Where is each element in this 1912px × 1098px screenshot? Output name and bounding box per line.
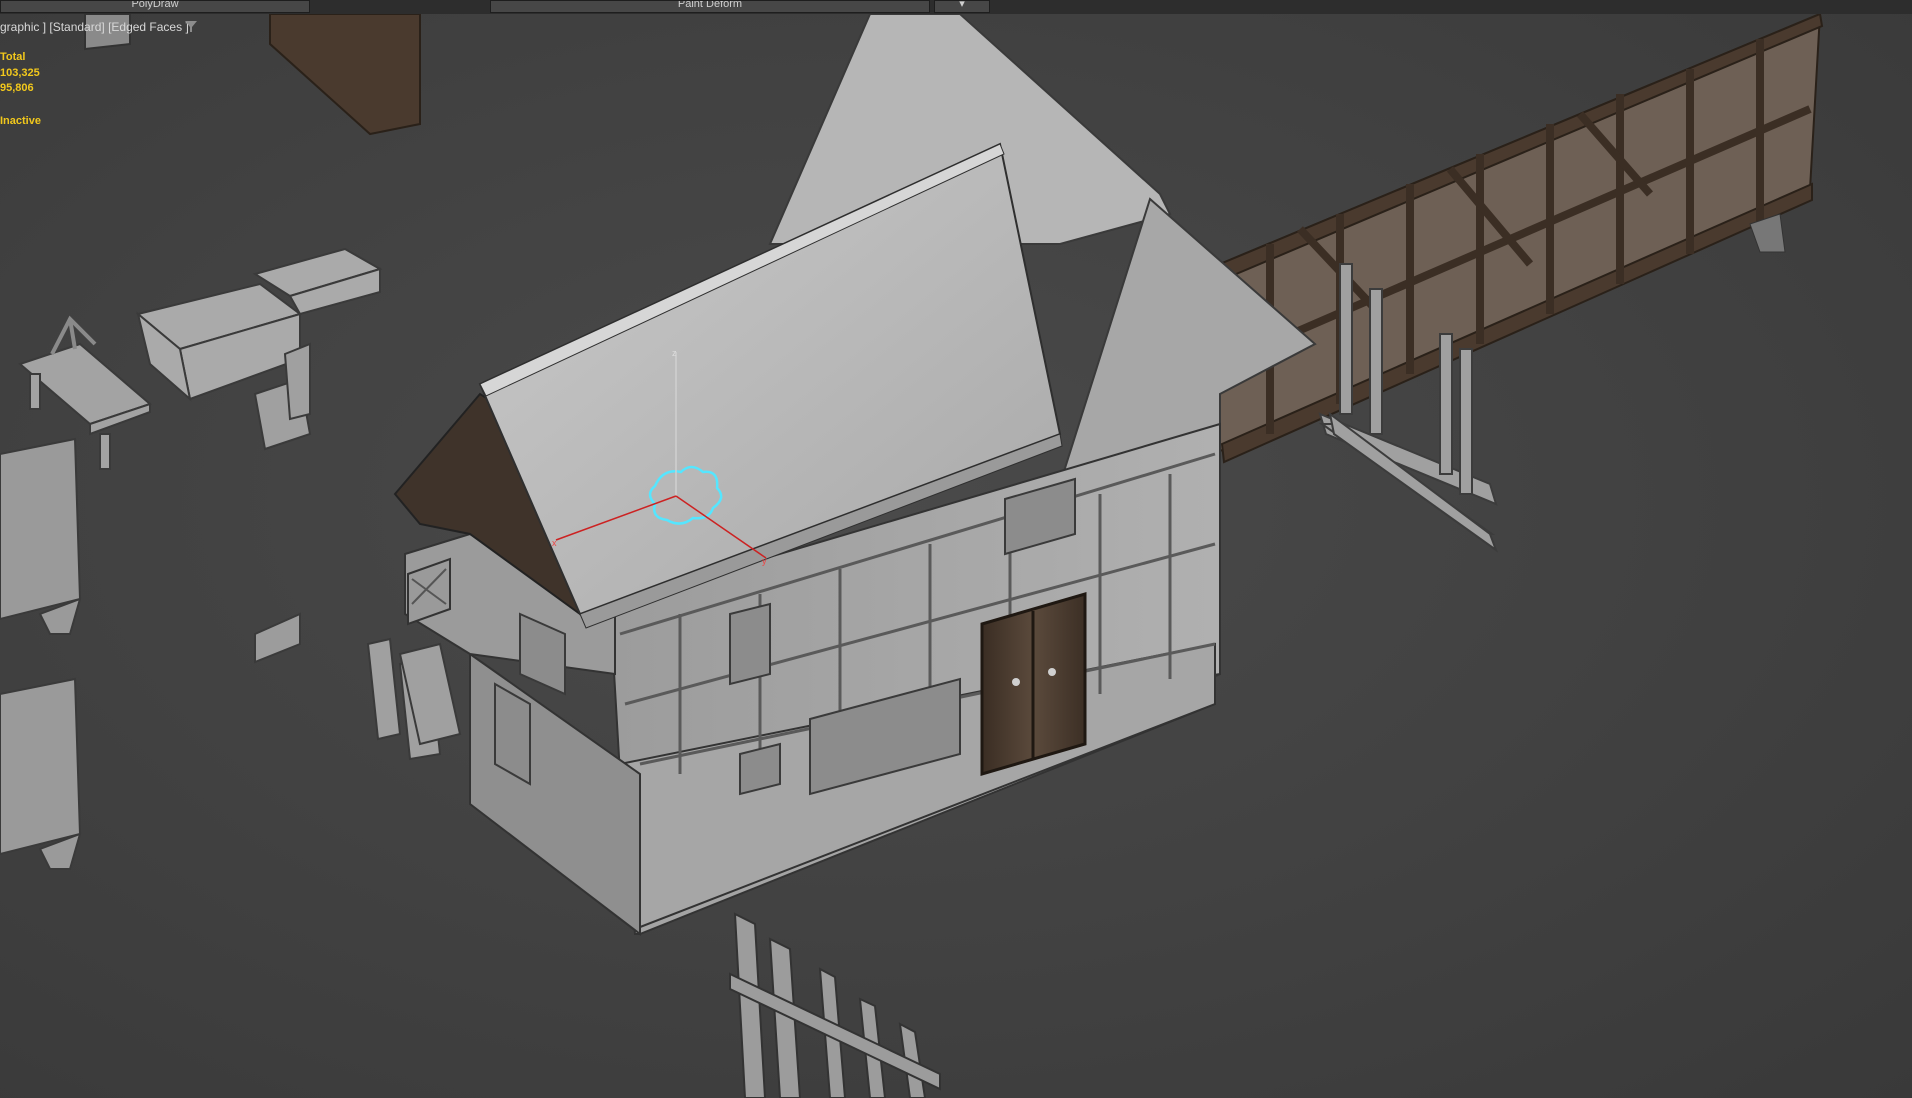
chairs-front-model[interactable] [366,637,462,761]
gizmo-y-label: y [762,556,767,566]
viewport-label[interactable]: graphic ] [Standard] [Edged Faces ] [0,20,189,34]
command-toolbar: PolyDraw Paint Deform ▾ [0,0,1912,15]
house-model[interactable] [393,14,1317,937]
scene-canvas[interactable]: z x y [0,14,1912,1098]
fence-piece-model[interactable] [254,612,301,664]
stats-status: Inactive [0,114,41,127]
stats-verts: 95,806 [0,82,34,94]
perspective-viewport[interactable]: z x y graphic] [Standard] [Edged Faces … [0,14,1912,1098]
swing-model[interactable] [50,315,97,355]
toolbar-dropdown-button[interactable]: ▾ [934,0,990,13]
filter-icon[interactable] [184,20,198,33]
gizmo-z-label: z [672,348,677,358]
crate-model[interactable] [135,282,303,402]
stats-total-label: Total [0,51,26,63]
tab-paint-deform[interactable]: Paint Deform [490,0,930,13]
timber-frame-wall-model[interactable] [1218,14,1824,464]
stats-polys: 103,325 [0,66,40,79]
statistics-overlay: Total 103,325 95,806 Inactive [0,50,41,129]
tab-polydraw[interactable]: PolyDraw [0,0,310,13]
gizmo-x-label: x [552,538,557,548]
side-wall-modules[interactable] [0,437,82,870]
fence-model[interactable] [729,912,941,1098]
